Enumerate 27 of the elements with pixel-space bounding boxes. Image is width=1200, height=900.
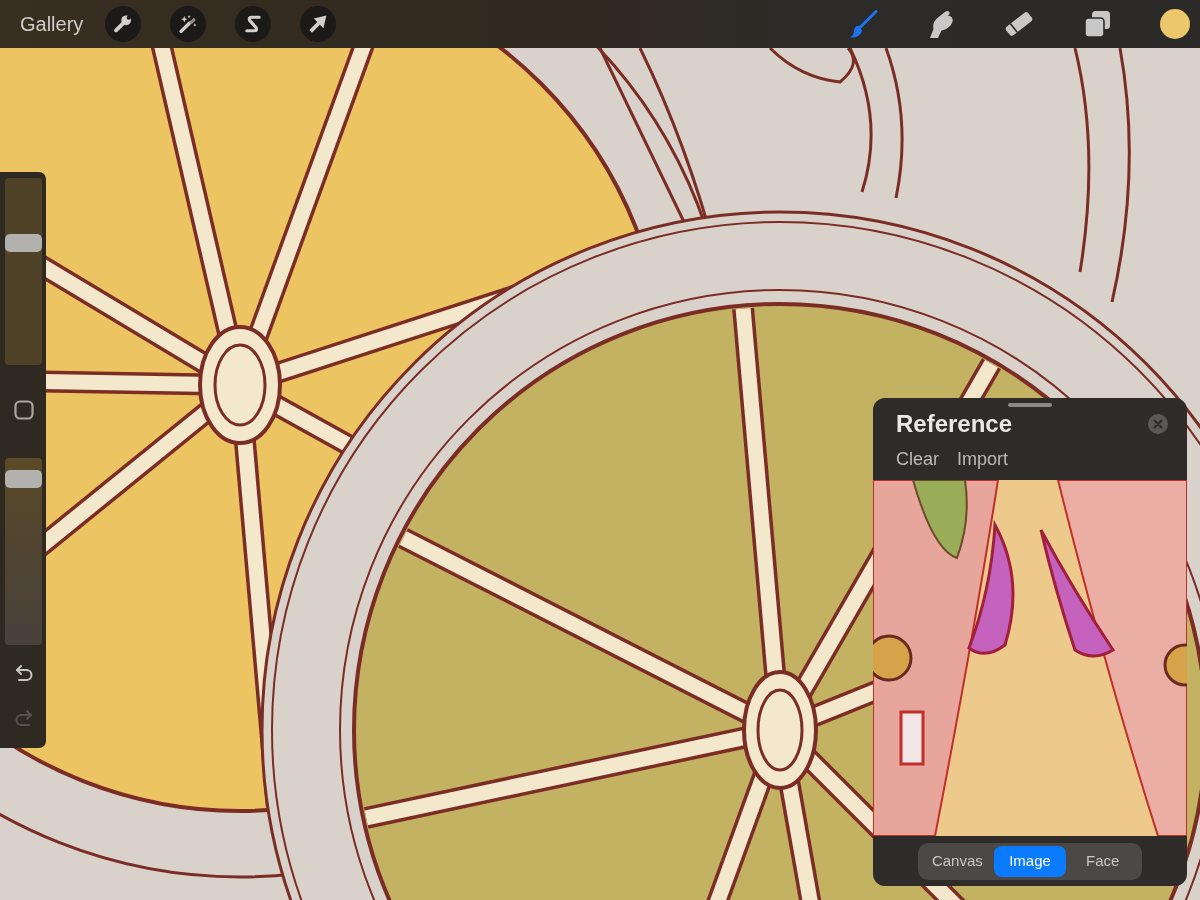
- wrench-button[interactable]: [105, 6, 142, 42]
- panel-title: Reference: [896, 410, 1013, 438]
- wrench-icon: [114, 15, 133, 33]
- layers-icon: [1082, 9, 1112, 39]
- color-swatch-icon[interactable]: [1160, 9, 1190, 39]
- brush-tool-button[interactable]: [848, 9, 878, 39]
- magic-wand-button[interactable]: [170, 6, 207, 42]
- segment-tab[interactable]: Canvas: [921, 845, 994, 877]
- square-icon[interactable]: [13, 400, 34, 420]
- selection-button[interactable]: [235, 6, 272, 42]
- brush-size-slider-thumb[interactable]: [5, 233, 42, 252]
- magic-wand-icon: [179, 15, 198, 33]
- arrow-button[interactable]: [300, 6, 337, 42]
- segment-tab[interactable]: Image: [993, 845, 1067, 877]
- gallery-button[interactable]: Gallery: [20, 12, 84, 36]
- drag-handle[interactable]: [1008, 403, 1052, 407]
- brush-size-slider[interactable]: [5, 178, 42, 365]
- segment-tab[interactable]: Face: [1066, 845, 1139, 877]
- layers-button[interactable]: [1082, 9, 1112, 39]
- undo-icon[interactable]: [13, 663, 34, 683]
- brush-icon: [848, 9, 878, 39]
- opacity-slider-thumb[interactable]: [5, 469, 42, 488]
- s-ribbon-icon: [244, 15, 263, 33]
- import-button[interactable]: Import: [957, 448, 1009, 470]
- clear-button[interactable]: Clear: [896, 448, 939, 470]
- arrow-icon: [309, 15, 328, 33]
- opacity-slider[interactable]: [5, 458, 42, 645]
